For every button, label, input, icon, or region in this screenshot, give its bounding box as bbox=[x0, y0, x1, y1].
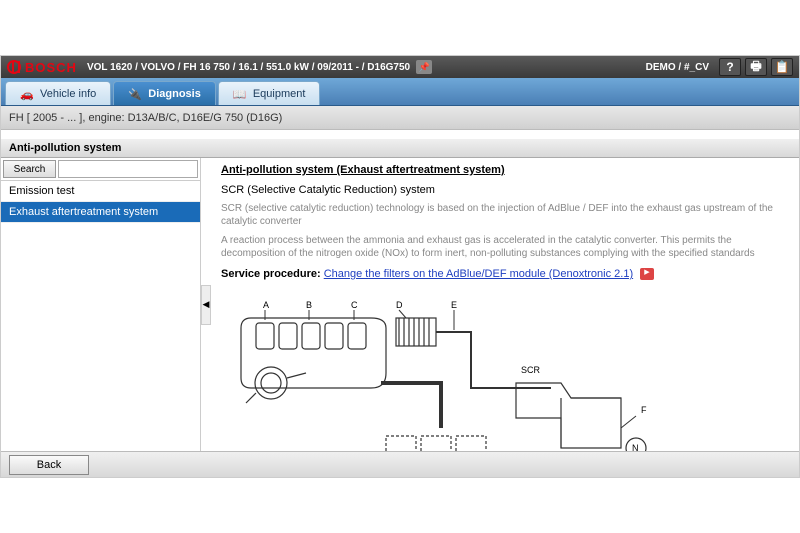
tab-bar: 🚗 Vehicle info 🔌 Diagnosis 📖 Equipment bbox=[1, 78, 799, 106]
back-button[interactable]: Back bbox=[9, 455, 89, 475]
tab-equipment[interactable]: 📖 Equipment bbox=[218, 81, 321, 105]
car-icon: 🚗 bbox=[20, 88, 34, 100]
pin-icon[interactable]: 📌 bbox=[416, 60, 432, 74]
footer-bar: Back bbox=[1, 451, 799, 477]
print-button[interactable]: 🖶 bbox=[745, 58, 767, 76]
tab-label: Diagnosis bbox=[148, 88, 201, 100]
sidebar-item-exhaust[interactable]: Exhaust aftertreatment system bbox=[1, 202, 200, 223]
search-input[interactable] bbox=[58, 160, 198, 178]
svg-text:C: C bbox=[351, 300, 358, 310]
content-paragraph: SCR (selective catalytic reduction) tech… bbox=[221, 202, 785, 228]
bosch-logo: BOSCH bbox=[7, 60, 77, 75]
svg-text:N: N bbox=[632, 443, 639, 451]
book-icon: 📖 bbox=[233, 88, 247, 100]
tab-vehicle-info[interactable]: 🚗 Vehicle info bbox=[5, 81, 111, 105]
svg-text:A: A bbox=[263, 300, 269, 310]
collapse-handle[interactable]: ◀ bbox=[201, 285, 211, 325]
service-link[interactable]: Change the filters on the AdBlue/DEF mod… bbox=[324, 268, 633, 280]
tab-diagnosis[interactable]: 🔌 Diagnosis bbox=[113, 81, 216, 105]
breadcrumb: VOL 1620 / VOLVO / FH 16 750 / 16.1 / 55… bbox=[87, 62, 410, 73]
play-icon[interactable] bbox=[640, 268, 654, 280]
tab-label: Equipment bbox=[253, 88, 306, 100]
sidebar: Search Emission test Exhaust aftertreatm… bbox=[1, 158, 201, 451]
tab-label: Vehicle info bbox=[40, 88, 96, 100]
svg-text:E: E bbox=[451, 300, 457, 310]
content-paragraph: A reaction process between the ammonia a… bbox=[221, 234, 785, 260]
brand-text: BOSCH bbox=[25, 60, 77, 75]
vehicle-subheader: FH [ 2005 - ... ], engine: D13A/B/C, D16… bbox=[1, 106, 799, 130]
svg-text:F: F bbox=[641, 405, 647, 415]
svg-text:SCR: SCR bbox=[521, 365, 541, 375]
help-button[interactable]: ? bbox=[719, 58, 741, 76]
service-label: Service procedure: bbox=[221, 268, 321, 280]
sidebar-item-emission[interactable]: Emission test bbox=[1, 181, 200, 202]
content-pane: ◀ Anti-pollution system (Exhaust aftertr… bbox=[201, 158, 799, 451]
search-button[interactable]: Search bbox=[3, 160, 56, 178]
svg-text:B: B bbox=[306, 300, 312, 310]
svg-text:D: D bbox=[396, 300, 403, 310]
diagnosis-icon: 🔌 bbox=[128, 88, 142, 100]
clipboard-button[interactable]: 📋 bbox=[771, 58, 793, 76]
content-subtitle: SCR (Selective Catalytic Reduction) syst… bbox=[221, 184, 785, 196]
logo-icon bbox=[7, 60, 21, 74]
service-procedure: Service procedure: Change the filters on… bbox=[221, 268, 785, 280]
scr-diagram: A B C D E F SCR DOC DPF SCR N bbox=[221, 288, 785, 451]
section-title: Anti-pollution system bbox=[1, 138, 799, 158]
title-bar: BOSCH VOL 1620 / VOLVO / FH 16 750 / 16.… bbox=[1, 56, 799, 78]
content-title: Anti-pollution system (Exhaust aftertrea… bbox=[221, 164, 785, 176]
user-context: DEMO / #_CV bbox=[646, 62, 709, 73]
